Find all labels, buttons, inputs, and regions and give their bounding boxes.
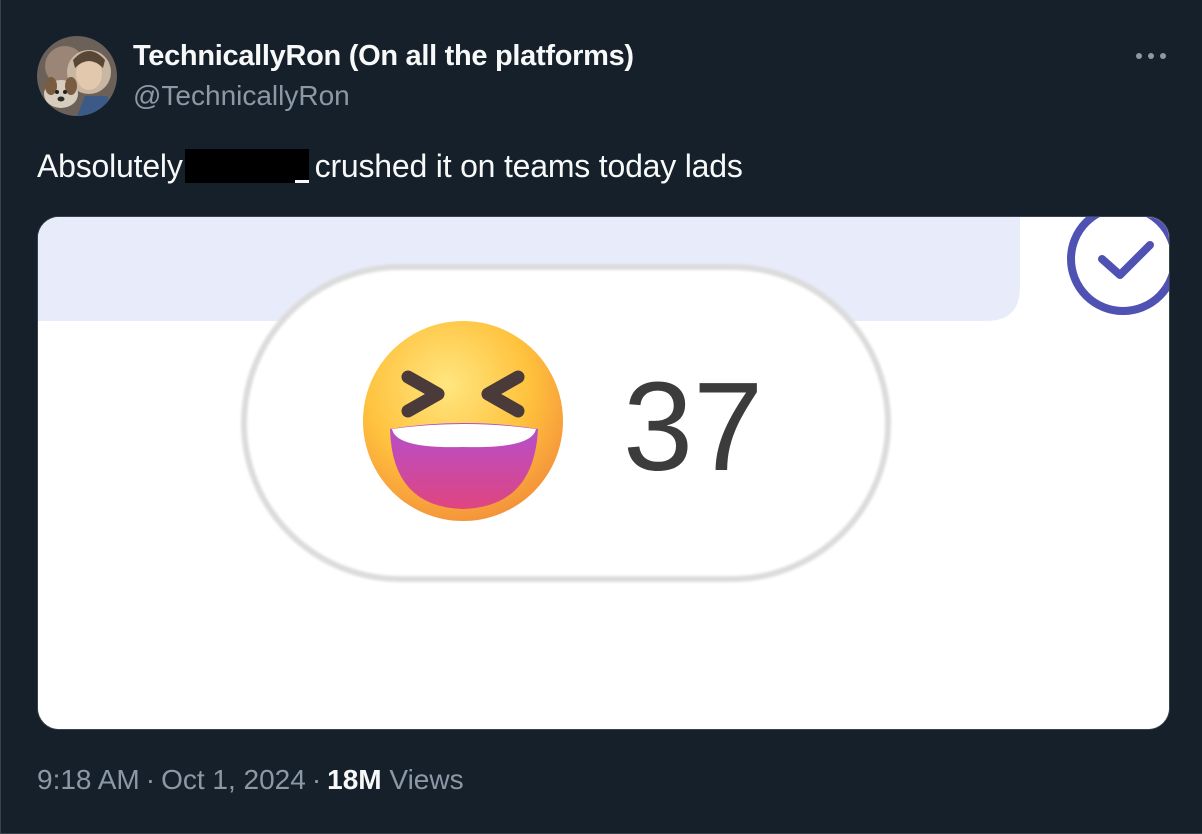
redaction-bar <box>184 149 309 183</box>
more-options-button[interactable] <box>1131 40 1171 72</box>
grinning-squinting-face-icon <box>363 321 563 521</box>
tweet-card: TechnicallyRon (On all the platforms) @T… <box>0 0 1202 834</box>
tweet-metadata: 9:18 AM · Oct 1, 2024 · 18M Views <box>37 764 464 796</box>
author-avatar[interactable] <box>37 36 117 116</box>
views-label: Views <box>389 764 464 795</box>
reaction-pill <box>241 264 891 582</box>
avatar-image <box>37 36 117 116</box>
tweet-date[interactable]: Oct 1, 2024 <box>161 764 306 795</box>
tweet-time[interactable]: 9:18 AM <box>37 764 140 795</box>
author-display-name[interactable]: TechnicallyRon (On all the platforms) <box>133 40 634 73</box>
teams-reaction-screenshot: 37 <box>38 217 1169 729</box>
reaction-count: 37 <box>623 356 763 497</box>
separator-dot: · <box>311 764 322 795</box>
separator-dot: · <box>145 764 156 795</box>
views-count: 18M <box>327 764 382 795</box>
tweet-media-image[interactable]: 37 <box>37 216 1170 730</box>
author-handle[interactable]: @TechnicallyRon <box>133 80 350 112</box>
tweet-text-after: crushed it on teams today lads <box>314 148 743 184</box>
ellipsis-icon <box>1136 53 1166 59</box>
tweet-text-before: Absolutely <box>37 148 183 184</box>
tweet-text: Absolutely crushed it on teams today lads <box>37 148 743 185</box>
